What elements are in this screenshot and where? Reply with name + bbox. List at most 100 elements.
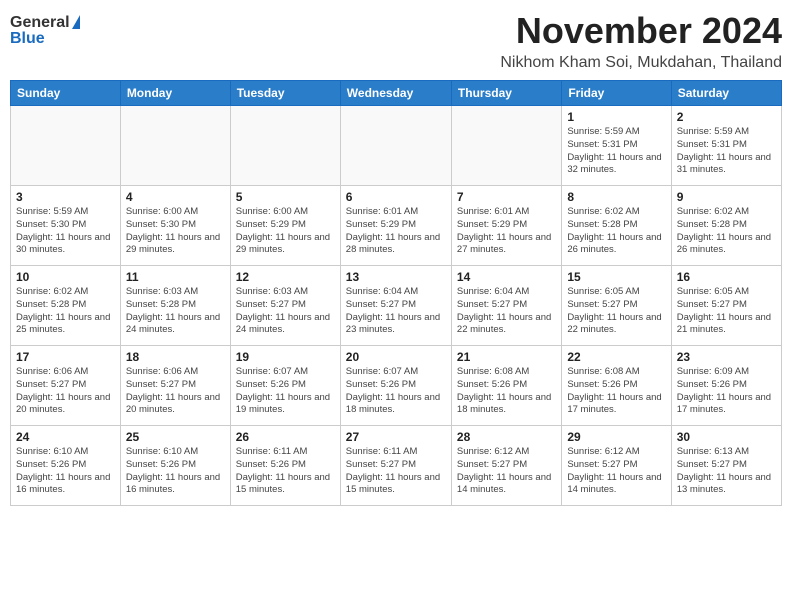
day-info: Sunrise: 6:07 AM Sunset: 5:26 PM Dayligh… — [236, 366, 335, 417]
day-info: Sunrise: 6:01 AM Sunset: 5:29 PM Dayligh… — [346, 206, 446, 257]
day-number: 8 — [567, 190, 665, 204]
calendar-header-tuesday: Tuesday — [230, 81, 340, 106]
calendar-week-row: 10 Sunrise: 6:02 AM Sunset: 5:28 PM Dayli… — [11, 266, 782, 346]
calendar-cell: 4Sunrise: 6:00 AM Sunset: 5:30 PM Daylig… — [120, 186, 230, 266]
day-number: 12 — [236, 270, 335, 284]
calendar-cell: 26Sunrise: 6:11 AM Sunset: 5:26 PM Dayli… — [230, 426, 340, 506]
calendar-cell: 1Sunrise: 5:59 AM Sunset: 5:31 PM Daylig… — [562, 106, 671, 186]
page-header: General Blue November 2024 Nikhom Kham S… — [10, 10, 782, 72]
day-info: Sunrise: 6:02 AM Sunset: 5:28 PM Dayligh… — [16, 286, 115, 337]
calendar-cell: 22Sunrise: 6:08 AM Sunset: 5:26 PM Dayli… — [562, 346, 671, 426]
calendar-cell — [451, 106, 561, 186]
logo: General Blue — [10, 14, 80, 48]
day-number: 5 — [236, 190, 335, 204]
day-number: 11 — [126, 270, 225, 284]
calendar-cell: 3Sunrise: 5:59 AM Sunset: 5:30 PM Daylig… — [11, 186, 121, 266]
calendar-cell — [340, 106, 451, 186]
calendar-cell: 30Sunrise: 6:13 AM Sunset: 5:27 PM Dayli… — [671, 426, 781, 506]
calendar-header-thursday: Thursday — [451, 81, 561, 106]
calendar-header-saturday: Saturday — [671, 81, 781, 106]
calendar-cell: 13 Sunrise: 6:04 AM Sunset: 5:27 PM Dayli… — [340, 266, 451, 346]
day-info: Sunrise: 6:00 AM Sunset: 5:29 PM Dayligh… — [236, 206, 335, 257]
day-number: 29 — [567, 430, 665, 444]
day-info: Sunrise: 6:03 AM Sunset: 5:27 PM Dayligh… — [236, 286, 335, 337]
title-block: November 2024 Nikhom Kham Soi, Mukdahan,… — [500, 10, 782, 72]
calendar-cell — [11, 106, 121, 186]
month-title: November 2024 — [500, 10, 782, 52]
calendar-cell: 7 Sunrise: 6:01 AM Sunset: 5:29 PM Daylig… — [451, 186, 561, 266]
day-info: Sunrise: 6:01 AM Sunset: 5:29 PM Dayligh… — [457, 206, 556, 257]
day-info: Sunrise: 6:08 AM Sunset: 5:26 PM Dayligh… — [457, 366, 556, 417]
day-number: 13 — [346, 270, 446, 284]
day-number: 25 — [126, 430, 225, 444]
calendar-week-row: 1Sunrise: 5:59 AM Sunset: 5:31 PM Daylig… — [11, 106, 782, 186]
day-info: Sunrise: 6:10 AM Sunset: 5:26 PM Dayligh… — [126, 446, 225, 497]
calendar-week-row: 17 Sunrise: 6:06 AM Sunset: 5:27 PM Dayli… — [11, 346, 782, 426]
calendar-cell: 5 Sunrise: 6:00 AM Sunset: 5:29 PM Daylig… — [230, 186, 340, 266]
calendar-cell: 8Sunrise: 6:02 AM Sunset: 5:28 PM Daylig… — [562, 186, 671, 266]
day-info: Sunrise: 5:59 AM Sunset: 5:31 PM Dayligh… — [567, 126, 665, 177]
calendar-week-row: 24 Sunrise: 6:10 AM Sunset: 5:26 PM Dayli… — [11, 426, 782, 506]
day-number: 21 — [457, 350, 556, 364]
logo-blue: Blue — [10, 30, 45, 48]
calendar-header-row: SundayMondayTuesdayWednesdayThursdayFrid… — [11, 81, 782, 106]
calendar-cell: 14Sunrise: 6:04 AM Sunset: 5:27 PM Dayli… — [451, 266, 561, 346]
day-number: 28 — [457, 430, 556, 444]
calendar-header-wednesday: Wednesday — [340, 81, 451, 106]
calendar-cell — [120, 106, 230, 186]
calendar-cell: 17 Sunrise: 6:06 AM Sunset: 5:27 PM Dayli… — [11, 346, 121, 426]
day-info: Sunrise: 6:06 AM Sunset: 5:27 PM Dayligh… — [16, 366, 115, 417]
day-info: Sunrise: 6:06 AM Sunset: 5:27 PM Dayligh… — [126, 366, 225, 417]
day-info: Sunrise: 6:07 AM Sunset: 5:26 PM Dayligh… — [346, 366, 446, 417]
calendar-cell: 10 Sunrise: 6:02 AM Sunset: 5:28 PM Dayli… — [11, 266, 121, 346]
day-number: 7 — [457, 190, 556, 204]
day-number: 16 — [677, 270, 776, 284]
calendar-cell: 15 Sunrise: 6:05 AM Sunset: 5:27 PM Dayli… — [562, 266, 671, 346]
calendar-header-monday: Monday — [120, 81, 230, 106]
day-number: 19 — [236, 350, 335, 364]
day-number: 9 — [677, 190, 776, 204]
day-number: 15 — [567, 270, 665, 284]
day-info: Sunrise: 6:05 AM Sunset: 5:27 PM Dayligh… — [567, 286, 665, 337]
day-info: Sunrise: 6:04 AM Sunset: 5:27 PM Dayligh… — [457, 286, 556, 337]
day-number: 6 — [346, 190, 446, 204]
day-number: 4 — [126, 190, 225, 204]
calendar-table: SundayMondayTuesdayWednesdayThursdayFrid… — [10, 80, 782, 506]
calendar-cell: 20 Sunrise: 6:07 AM Sunset: 5:26 PM Dayli… — [340, 346, 451, 426]
day-number: 22 — [567, 350, 665, 364]
day-info: Sunrise: 5:59 AM Sunset: 5:30 PM Dayligh… — [16, 206, 115, 257]
calendar-header-sunday: Sunday — [11, 81, 121, 106]
day-number: 20 — [346, 350, 446, 364]
calendar-cell: 27 Sunrise: 6:11 AM Sunset: 5:27 PM Dayli… — [340, 426, 451, 506]
day-number: 24 — [16, 430, 115, 444]
calendar-cell: 23 Sunrise: 6:09 AM Sunset: 5:26 PM Dayli… — [671, 346, 781, 426]
calendar-cell: 2Sunrise: 5:59 AM Sunset: 5:31 PM Daylig… — [671, 106, 781, 186]
day-info: Sunrise: 6:13 AM Sunset: 5:27 PM Dayligh… — [677, 446, 776, 497]
calendar-cell: 12 Sunrise: 6:03 AM Sunset: 5:27 PM Dayli… — [230, 266, 340, 346]
day-info: Sunrise: 6:09 AM Sunset: 5:26 PM Dayligh… — [677, 366, 776, 417]
calendar-cell: 11 Sunrise: 6:03 AM Sunset: 5:28 PM Dayli… — [120, 266, 230, 346]
day-number: 27 — [346, 430, 446, 444]
calendar-week-row: 3Sunrise: 5:59 AM Sunset: 5:30 PM Daylig… — [11, 186, 782, 266]
day-info: Sunrise: 6:02 AM Sunset: 5:28 PM Dayligh… — [677, 206, 776, 257]
calendar-cell: 6 Sunrise: 6:01 AM Sunset: 5:29 PM Daylig… — [340, 186, 451, 266]
day-number: 23 — [677, 350, 776, 364]
day-number: 10 — [16, 270, 115, 284]
day-info: Sunrise: 6:10 AM Sunset: 5:26 PM Dayligh… — [16, 446, 115, 497]
day-info: Sunrise: 6:04 AM Sunset: 5:27 PM Dayligh… — [346, 286, 446, 337]
calendar-cell: 24 Sunrise: 6:10 AM Sunset: 5:26 PM Dayli… — [11, 426, 121, 506]
day-number: 18 — [126, 350, 225, 364]
logo-icon — [72, 15, 80, 29]
day-info: Sunrise: 6:11 AM Sunset: 5:27 PM Dayligh… — [346, 446, 446, 497]
calendar-cell: 29 Sunrise: 6:12 AM Sunset: 5:27 PM Dayli… — [562, 426, 671, 506]
calendar-cell: 9 Sunrise: 6:02 AM Sunset: 5:28 PM Daylig… — [671, 186, 781, 266]
day-info: Sunrise: 6:12 AM Sunset: 5:27 PM Dayligh… — [567, 446, 665, 497]
day-number: 17 — [16, 350, 115, 364]
day-info: Sunrise: 6:03 AM Sunset: 5:28 PM Dayligh… — [126, 286, 225, 337]
calendar-cell: 16 Sunrise: 6:05 AM Sunset: 5:27 PM Dayli… — [671, 266, 781, 346]
calendar-header-friday: Friday — [562, 81, 671, 106]
day-number: 26 — [236, 430, 335, 444]
calendar-cell: 19 Sunrise: 6:07 AM Sunset: 5:26 PM Dayli… — [230, 346, 340, 426]
calendar-cell: 18 Sunrise: 6:06 AM Sunset: 5:27 PM Dayli… — [120, 346, 230, 426]
day-info: Sunrise: 6:05 AM Sunset: 5:27 PM Dayligh… — [677, 286, 776, 337]
